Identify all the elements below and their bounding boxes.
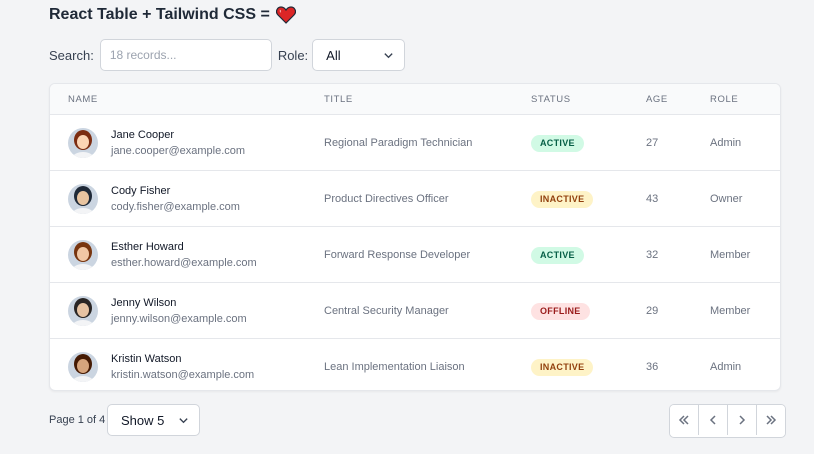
pagination-controls bbox=[669, 404, 786, 438]
last-page-button[interactable] bbox=[757, 405, 785, 435]
chevron-down-icon bbox=[179, 417, 188, 423]
users-table: NAME TITLE STATUS AGE ROLE Jane Cooper j… bbox=[49, 83, 781, 391]
avatar bbox=[68, 240, 98, 270]
user-role: Owner bbox=[710, 193, 743, 205]
user-age: 43 bbox=[646, 193, 659, 205]
user-age: 29 bbox=[646, 305, 659, 317]
role-label: Role: bbox=[277, 47, 309, 63]
next-page-button[interactable] bbox=[728, 405, 757, 435]
status-badge: ACTIVE bbox=[531, 247, 584, 264]
avatar bbox=[68, 128, 98, 158]
status-badge: INACTIVE bbox=[531, 191, 594, 208]
role-select[interactable]: All bbox=[312, 39, 406, 71]
status-badge: OFFLINE bbox=[531, 303, 590, 320]
user-age: 27 bbox=[646, 137, 659, 149]
user-name: Cody Fisher bbox=[111, 185, 171, 197]
status-badge: ACTIVE bbox=[531, 135, 584, 152]
table-row: Kristin Watson kristin.watson@example.co… bbox=[50, 339, 780, 390]
user-email: cody.fisher@example.com bbox=[111, 201, 240, 213]
user-age: 36 bbox=[646, 361, 659, 373]
user-title: Lean Implementation Liaison bbox=[324, 361, 465, 373]
filters-bar: Search: Role: All bbox=[49, 39, 406, 71]
column-header-title[interactable]: TITLE bbox=[324, 94, 353, 105]
column-header-role[interactable]: ROLE bbox=[710, 94, 738, 105]
user-role: Member bbox=[710, 305, 751, 317]
first-page-button[interactable] bbox=[670, 405, 699, 435]
table-row: Jenny Wilson jenny.wilson@example.com Ce… bbox=[50, 283, 780, 339]
table-row: Jane Cooper jane.cooper@example.com Regi… bbox=[50, 115, 780, 171]
user-name: Jenny Wilson bbox=[111, 297, 177, 309]
page-title-text: React Table + Tailwind CSS = bbox=[49, 6, 270, 23]
page-size-value: Show 5 bbox=[121, 412, 165, 428]
column-header-status[interactable]: STATUS bbox=[531, 94, 571, 105]
role-select-value: All bbox=[326, 47, 341, 63]
page-size-select[interactable]: Show 5 bbox=[107, 404, 200, 436]
user-age: 32 bbox=[646, 249, 659, 261]
previous-page-button[interactable] bbox=[699, 405, 728, 435]
user-name: Kristin Watson bbox=[111, 353, 182, 365]
user-title: Central Security Manager bbox=[324, 305, 449, 317]
chevron-down-icon bbox=[384, 52, 393, 58]
table-header: NAME TITLE STATUS AGE ROLE bbox=[50, 84, 780, 115]
search-label: Search: bbox=[49, 47, 94, 63]
heart-icon bbox=[275, 6, 296, 24]
user-title: Regional Paradigm Technician bbox=[324, 137, 473, 149]
user-role: Member bbox=[710, 249, 751, 261]
user-title: Product Directives Officer bbox=[324, 193, 449, 205]
chevron-left-icon bbox=[709, 415, 716, 425]
user-title: Forward Response Developer bbox=[324, 249, 471, 261]
page-title: React Table + Tailwind CSS = bbox=[49, 4, 296, 26]
user-name: Jane Cooper bbox=[111, 129, 174, 141]
chevron-right-icon bbox=[739, 415, 746, 425]
user-email: jenny.wilson@example.com bbox=[111, 313, 247, 325]
table-row: Cody Fisher cody.fisher@example.com Prod… bbox=[50, 171, 780, 227]
status-badge: INACTIVE bbox=[531, 359, 594, 376]
user-email: kristin.watson@example.com bbox=[111, 369, 255, 381]
table-body: Jane Cooper jane.cooper@example.com Regi… bbox=[50, 115, 780, 390]
chevrons-right-icon bbox=[766, 415, 777, 425]
search-input[interactable] bbox=[99, 39, 272, 71]
column-header-name[interactable]: NAME bbox=[68, 94, 98, 105]
avatar bbox=[68, 352, 98, 382]
avatar bbox=[68, 296, 98, 326]
user-role: Admin bbox=[710, 361, 742, 373]
column-header-age[interactable]: AGE bbox=[646, 94, 668, 105]
user-email: jane.cooper@example.com bbox=[111, 145, 246, 157]
table-row: Esther Howard esther.howard@example.com … bbox=[50, 227, 780, 283]
user-role: Admin bbox=[710, 137, 742, 149]
chevrons-left-icon bbox=[678, 415, 689, 425]
user-name: Esther Howard bbox=[111, 241, 184, 253]
page-indicator: Page 1 of 4 bbox=[49, 414, 106, 426]
user-email: esther.howard@example.com bbox=[111, 257, 257, 269]
avatar bbox=[68, 184, 98, 214]
